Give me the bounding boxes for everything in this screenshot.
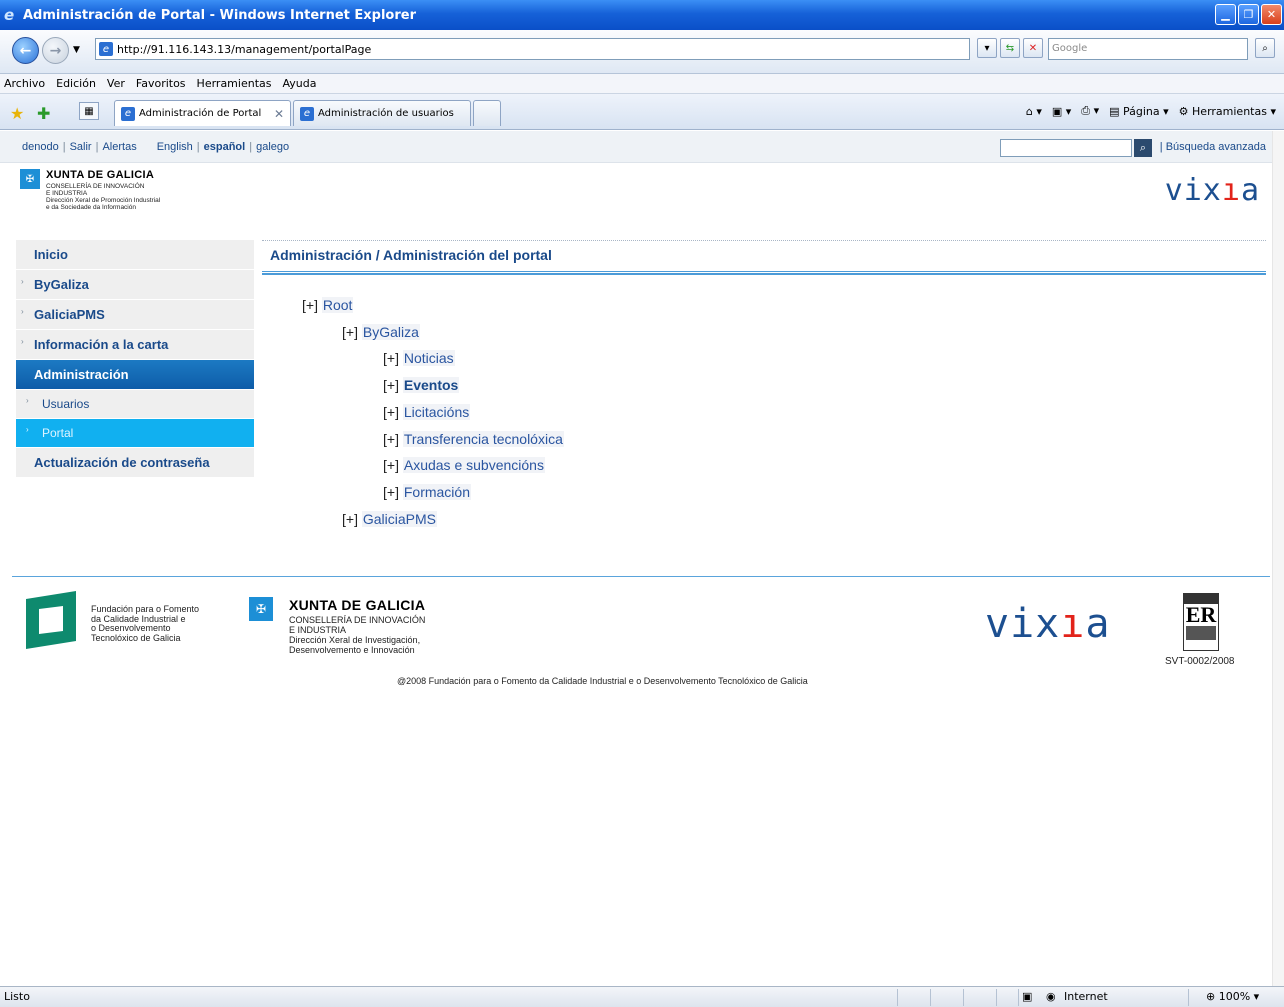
quick-tabs-button[interactable]: ▦	[79, 102, 99, 120]
menu-favoritos[interactable]: Favoritos	[136, 77, 186, 90]
home-icon[interactable]: ⌂ ▾	[1026, 105, 1042, 118]
tab-label: Administración de Portal	[139, 108, 262, 119]
footer-divider	[12, 576, 1270, 577]
favorites-star-icon[interactable]: ★	[10, 104, 24, 123]
tree-node-root[interactable]: [+] Root	[302, 295, 354, 315]
lang-galego[interactable]: galego	[256, 141, 289, 153]
fundacion-logo-icon	[26, 591, 76, 649]
menu-herramientas[interactable]: Herramientas	[197, 77, 272, 90]
status-bar: Listo ▣ ◉ Internet ⊕ 100% ▾	[0, 986, 1284, 1007]
protected-mode-icon: ▣	[1022, 990, 1033, 1003]
sidebar-item-portal[interactable]: › Portal	[16, 419, 254, 448]
menu-ayuda[interactable]: Ayuda	[282, 77, 316, 90]
url-text: http://91.116.143.13/management/portalPa…	[117, 42, 372, 56]
window-titlebar: e Administración de Portal - Windows Int…	[0, 0, 1284, 30]
restore-button[interactable]: ❐	[1238, 4, 1259, 25]
print-icon[interactable]: ⎙ ▾	[1081, 104, 1099, 118]
xunta-logo: ✠ XUNTA DE GALICIA CONSELLERÍA DE INNOVA…	[20, 169, 220, 229]
title-divider	[262, 271, 1266, 275]
command-bar: ⌂ ▾ ▣ ▾ ⎙ ▾ ▤ Página ▾ ⚙ Herramientas ▾	[1026, 104, 1276, 118]
tree-node-galiciapms[interactable]: [+] GaliciaPMS	[342, 509, 437, 529]
new-tab-button[interactable]	[473, 100, 501, 126]
tree-node-axudas[interactable]: [+] Axudas e subvencións	[383, 455, 545, 475]
tree-node-transferencia[interactable]: [+] Transferencia tecnolóxica	[383, 429, 564, 449]
menu-edicion[interactable]: Edición	[56, 77, 96, 90]
page-icon: e	[300, 106, 314, 121]
menu-bar: Archivo Edición Ver Favoritos Herramient…	[0, 74, 1284, 94]
sidebar-item-contrasena[interactable]: Actualización de contraseña	[16, 448, 254, 478]
close-window-button[interactable]: ✕	[1261, 4, 1282, 25]
url-dropdown-button[interactable]: ▾	[977, 38, 997, 58]
lang-espanol[interactable]: español	[204, 141, 246, 153]
menu-archivo[interactable]: Archivo	[4, 77, 45, 90]
sidebar-item-administracion[interactable]: Administración	[16, 360, 254, 390]
aenor-certification-icon: ER	[1183, 593, 1219, 651]
search-go-button[interactable]: ⌕	[1255, 38, 1275, 58]
tree-node-bygaliza[interactable]: [+] ByGaliza	[342, 322, 420, 342]
vixia-logo: vixıa	[1164, 173, 1260, 208]
site-search-input[interactable]	[1000, 139, 1132, 157]
tree-node-noticias[interactable]: [+] Noticias	[383, 348, 455, 368]
vertical-scrollbar[interactable]	[1272, 131, 1284, 986]
sidebar-item-usuarios[interactable]: › Usuarios	[16, 390, 254, 419]
link-alertas[interactable]: Alertas	[102, 141, 136, 153]
add-favorite-icon[interactable]: ✚	[37, 104, 50, 123]
menu-ver[interactable]: Ver	[107, 77, 125, 90]
tools-menu[interactable]: ⚙ Herramientas ▾	[1179, 105, 1276, 118]
copyright-text: @2008 Fundación para o Fomento da Calida…	[397, 676, 808, 686]
tab-label: Administración de usuarios	[318, 108, 454, 119]
chevron-right-icon: ›	[21, 337, 24, 346]
history-dropdown-icon[interactable]: ▼	[73, 45, 80, 55]
aenor-code: SVT-0002/2008	[1165, 656, 1235, 667]
chevron-right-icon: ›	[26, 425, 29, 434]
status-text: Listo	[4, 990, 30, 1003]
internet-zone-icon: ◉	[1046, 990, 1056, 1003]
sidebar-item-bygaliza[interactable]: › ByGaliza	[16, 270, 254, 300]
page-menu[interactable]: ▤ Página ▾	[1109, 105, 1169, 118]
address-bar: ← → ▼ e http://91.116.143.13/management/…	[0, 30, 1284, 74]
sidebar-item-galiciapms[interactable]: › GaliciaPMS	[16, 300, 254, 330]
fundacion-text: Fundación para o Fomento da Calidade Ind…	[91, 604, 200, 643]
ie-logo-icon: e	[4, 6, 15, 24]
sidebar-nav: Inicio › ByGaliza › GaliciaPMS › Informació…	[16, 240, 254, 478]
web-search-input[interactable]: Google	[1048, 38, 1248, 60]
link-denodo[interactable]: denodo	[22, 141, 59, 153]
sidebar-item-inicio[interactable]: Inicio	[16, 240, 254, 270]
forward-button[interactable]: →	[42, 37, 69, 64]
chevron-right-icon: ›	[26, 396, 29, 405]
search-icon[interactable]: ⌕	[1134, 139, 1152, 157]
feeds-icon[interactable]: ▣ ▾	[1052, 105, 1071, 118]
zoom-level[interactable]: ⊕ 100% ▾	[1206, 990, 1259, 1003]
tab-bar: ★ ✚ ▦ e Administración de Portal ✕ e Adm…	[0, 94, 1284, 130]
tree-node-eventos[interactable]: [+] Eventos	[383, 375, 460, 395]
advanced-search-link[interactable]: | Búsqueda avanzada	[1160, 141, 1266, 153]
chevron-right-icon: ›	[21, 277, 24, 286]
window-title: Administración de Portal - Windows Inter…	[23, 7, 417, 23]
page-icon: e	[99, 42, 113, 56]
vixia-footer-logo: vixıa	[985, 601, 1111, 647]
page-title: Administración / Administración del port…	[262, 240, 1266, 272]
back-button[interactable]: ←	[12, 37, 39, 64]
url-input[interactable]: e http://91.116.143.13/management/portal…	[95, 38, 970, 60]
sidebar-item-informacion[interactable]: › Información a la carta	[16, 330, 254, 360]
link-salir[interactable]: Salir	[70, 141, 92, 153]
refresh-button[interactable]: ⇆	[1000, 38, 1020, 58]
page-content: denodo | Salir | Alertas English | español |…	[0, 131, 1272, 986]
zone-label: Internet	[1064, 990, 1108, 1003]
chevron-right-icon: ›	[21, 307, 24, 316]
lang-english[interactable]: English	[157, 141, 193, 153]
stop-button[interactable]: ✕	[1023, 38, 1043, 58]
tree-node-licitacions[interactable]: [+] Licitacións	[383, 402, 471, 422]
minimize-button[interactable]: ▁	[1215, 4, 1236, 25]
tab-administracion-portal[interactable]: e Administración de Portal ✕	[114, 100, 291, 126]
close-tab-icon[interactable]: ✕	[274, 107, 284, 121]
page-icon: e	[121, 106, 135, 121]
tree-node-formacion[interactable]: [+] Formación	[383, 482, 471, 502]
tab-administracion-usuarios[interactable]: e Administración de usuarios	[293, 100, 471, 126]
xunta-emblem-icon: ✠	[20, 169, 40, 189]
xunta-emblem-icon: ✠	[249, 597, 273, 621]
